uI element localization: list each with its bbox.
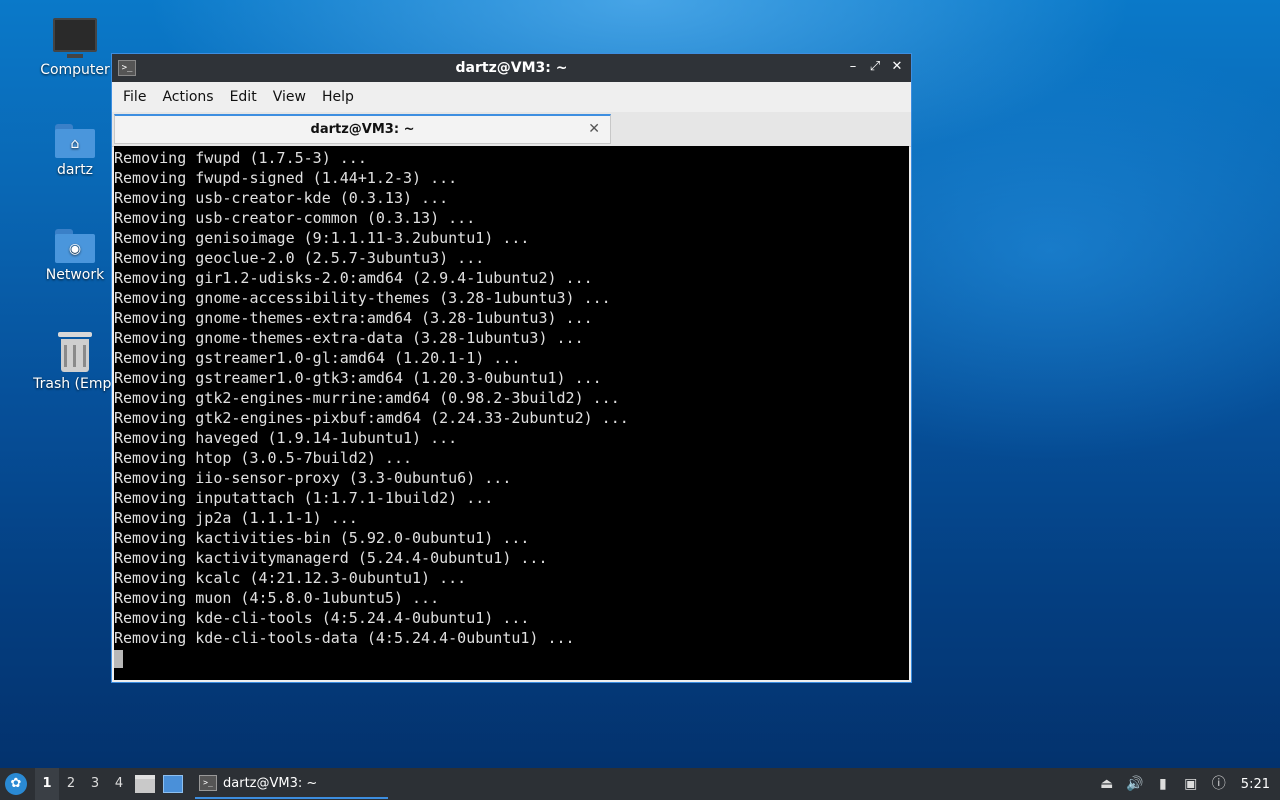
- terminal-line: Removing fwupd-signed (1.44+1.2-3) ...: [114, 169, 458, 187]
- tab-bar: dartz@VM3: ~ ✕: [112, 112, 911, 147]
- terminal-line: Removing gnome-themes-extra-data (3.28-1…: [114, 329, 584, 347]
- system-tray: ⏏ 🔊 ▮ ▣ ⓘ 5:21: [1093, 768, 1280, 800]
- menu-actions[interactable]: Actions: [154, 89, 221, 105]
- terminal-line: Removing inputattach (1:1.7.1-1build2) .…: [114, 489, 494, 507]
- terminal-line: Removing gstreamer1.0-gtk3:amd64 (1.20.3…: [114, 369, 602, 387]
- terminal-line: Removing muon (4:5.8.0-1ubuntu5) ...: [114, 589, 440, 607]
- terminal-cursor: [114, 649, 123, 668]
- terminal-line: Removing kactivities-bin (5.92.0-0ubuntu…: [114, 529, 530, 547]
- terminal-line: Removing genisoimage (9:1.1.11-3.2ubuntu…: [114, 229, 530, 247]
- terminal-line: Removing kactivitymanagerd (5.24.4-0ubun…: [114, 549, 548, 567]
- terminal-line: Removing iio-sensor-proxy (3.3-0ubuntu6)…: [114, 469, 512, 487]
- notification-icon[interactable]: ⓘ: [1210, 775, 1228, 793]
- menu-file[interactable]: File: [115, 89, 154, 105]
- network-folder-icon: ◉: [55, 229, 95, 263]
- close-button[interactable]: ✕: [889, 58, 905, 76]
- terminal-line: Removing gtk2-engines-murrine:amd64 (0.9…: [114, 389, 620, 407]
- file-manager-icon[interactable]: [135, 775, 155, 793]
- menu-view[interactable]: View: [265, 89, 314, 105]
- terminal-line: Removing jp2a (1.1.1-1) ...: [114, 509, 358, 527]
- monitor-icon: [53, 18, 97, 58]
- start-menu-icon[interactable]: ✿: [5, 773, 27, 795]
- terminal-prompt-line: [114, 648, 909, 668]
- terminal-line: Removing kde-cli-tools (4:5.24.4-0ubuntu…: [114, 609, 530, 627]
- volume-icon[interactable]: 🔊: [1126, 775, 1144, 793]
- terminal-line: Removing gstreamer1.0-gl:amd64 (1.20.1-1…: [114, 349, 521, 367]
- window-title: dartz@VM3: ~: [455, 60, 568, 76]
- home-folder-icon: ⌂: [55, 124, 95, 158]
- terminal-line: Removing kcalc (4:21.12.3-0ubuntu1) ...: [114, 569, 467, 587]
- terminal-line: Removing gir1.2-udisks-2.0:amd64 (2.9.4-…: [114, 269, 593, 287]
- terminal-line: Removing gnome-accessibility-themes (3.2…: [114, 289, 611, 307]
- window-titlebar[interactable]: >_ dartz@VM3: ~ – ⤢ ✕: [112, 54, 911, 82]
- desktop-icon-home[interactable]: ⌂ dartz: [25, 124, 125, 178]
- tab-terminal[interactable]: dartz@VM3: ~ ✕: [114, 114, 611, 144]
- show-desktop-icon[interactable]: [163, 775, 183, 793]
- terminal-line: Removing usb-creator-common (0.3.13) ...: [114, 209, 476, 227]
- workspace-3[interactable]: 3: [83, 768, 107, 800]
- terminal-line: Removing usb-creator-kde (0.3.13) ...: [114, 189, 449, 207]
- trash-icon: [58, 332, 92, 372]
- tab-close-icon[interactable]: ✕: [588, 121, 600, 137]
- taskbar-item-label: dartz@VM3: ~: [223, 775, 318, 791]
- desktop-icon-trash[interactable]: Trash (Empt: [25, 332, 125, 392]
- terminal-task-icon: >_: [199, 775, 217, 791]
- network-icon[interactable]: ▣: [1182, 775, 1200, 793]
- taskbar-item-terminal[interactable]: >_ dartz@VM3: ~: [195, 769, 388, 799]
- workspace-2[interactable]: 2: [59, 768, 83, 800]
- workspace-1[interactable]: 1: [35, 768, 59, 800]
- terminal-output[interactable]: Removing fwupd (1.7.5-3) ... Removing fwu…: [114, 146, 909, 680]
- terminal-app-icon[interactable]: >_: [118, 60, 136, 76]
- desktop-icon-computer[interactable]: Computer: [25, 18, 125, 78]
- workspace-4[interactable]: 4: [107, 768, 131, 800]
- terminal-window: >_ dartz@VM3: ~ – ⤢ ✕ File Actions Edit …: [111, 53, 912, 683]
- desktop-icon-label: Computer: [40, 62, 110, 78]
- clipboard-icon[interactable]: ▮: [1154, 775, 1172, 793]
- clock[interactable]: 5:21: [1241, 777, 1270, 792]
- terminal-line: Removing haveged (1.9.14-1ubuntu1) ...: [114, 429, 458, 447]
- desktop-icon-label: Network: [45, 267, 105, 283]
- desktop-icon-network[interactable]: ◉ Network: [25, 229, 125, 283]
- terminal-line: Removing gtk2-engines-pixbuf:amd64 (2.24…: [114, 409, 629, 427]
- desktop-icon-label: dartz: [56, 162, 94, 178]
- desktop-icon-label: Trash (Empt: [33, 376, 117, 392]
- terminal-line: Removing htop (3.0.5-7build2) ...: [114, 449, 413, 467]
- tab-label: dartz@VM3: ~: [310, 122, 415, 137]
- maximize-button[interactable]: ⤢: [867, 58, 883, 76]
- minimize-button[interactable]: –: [845, 58, 861, 76]
- menu-help[interactable]: Help: [314, 89, 362, 105]
- terminal-line: Removing kde-cli-tools-data (4:5.24.4-0u…: [114, 629, 575, 647]
- terminal-line: Removing gnome-themes-extra:amd64 (3.28-…: [114, 309, 593, 327]
- terminal-line: Removing fwupd (1.7.5-3) ...: [114, 149, 367, 167]
- eject-icon[interactable]: ⏏: [1098, 775, 1116, 793]
- terminal-line: Removing geoclue-2.0 (2.5.7-3ubuntu3) ..…: [114, 249, 485, 267]
- menu-edit[interactable]: Edit: [222, 89, 265, 105]
- taskbar: ✿ 1 2 3 4 >_ dartz@VM3: ~ ⏏ 🔊 ▮ ▣ ⓘ 5:21: [0, 768, 1280, 800]
- menubar: File Actions Edit View Help: [112, 82, 911, 112]
